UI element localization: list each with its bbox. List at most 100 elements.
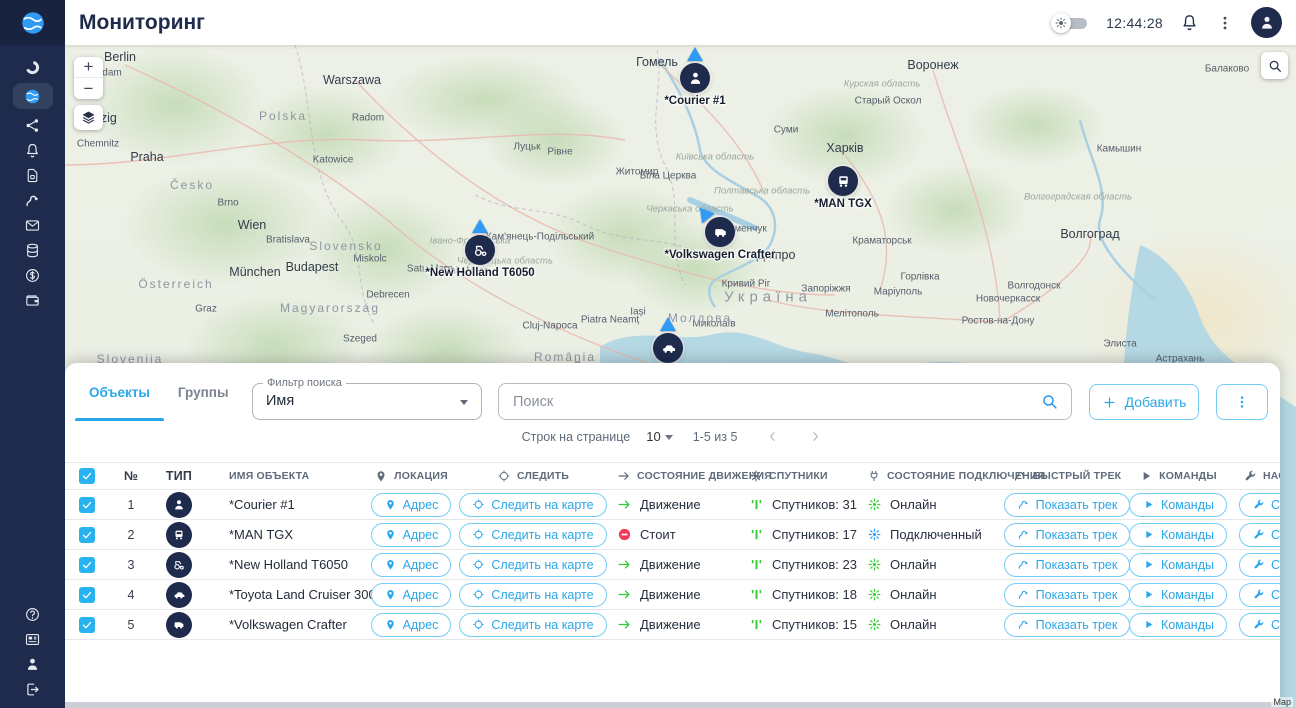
sidebar-item-dashboard[interactable]	[13, 58, 53, 76]
app-logo[interactable]	[0, 0, 65, 45]
route-icon	[1017, 528, 1030, 541]
map-label: Debrecen	[366, 289, 410, 301]
map-search-button[interactable]	[1261, 52, 1288, 79]
address-button[interactable]: Адрес	[370, 612, 452, 637]
show-track-button[interactable]: Показать трек	[1003, 612, 1131, 637]
settings-button[interactable]: Свойства	[1239, 552, 1280, 577]
caret-down-icon	[664, 435, 673, 440]
route-icon	[1017, 618, 1030, 631]
address-button[interactable]: Адрес	[370, 552, 452, 577]
follow-on-map-button[interactable]: Следить на карте	[459, 552, 607, 577]
map-label: Элиста	[1103, 338, 1137, 350]
check-icon	[81, 529, 93, 541]
commands-button[interactable]: Команды	[1129, 612, 1227, 637]
map-layers-button[interactable]	[74, 105, 103, 130]
next-page-button[interactable]	[808, 429, 823, 444]
settings-button[interactable]: Свойства	[1239, 522, 1280, 547]
connection-status: Онлайн	[857, 497, 1007, 512]
follow-on-map-button[interactable]: Следить на карте	[459, 522, 607, 547]
column-commands: КОМАНДЫ	[1127, 469, 1229, 483]
zoom-out-button[interactable]: −	[74, 78, 103, 99]
follow-on-map-button[interactable]: Следить на карте	[459, 582, 607, 607]
satellites-status: Спутников: 18	[739, 587, 857, 602]
check-icon	[81, 559, 93, 571]
sidebar-item-billing[interactable]	[13, 266, 53, 284]
sidebar-item-wallet[interactable]	[13, 291, 53, 309]
crosshair-icon	[472, 558, 485, 571]
notifications-button[interactable]	[1180, 13, 1199, 32]
satellites-status: Спутников: 23	[739, 557, 857, 572]
map-label: Старый Оскол	[854, 95, 922, 107]
commands-button[interactable]: Команды	[1129, 522, 1227, 547]
commands-button[interactable]: Команды	[1129, 582, 1227, 607]
sidebar-item-monitoring[interactable]	[12, 83, 53, 109]
zoom-in-button[interactable]: +	[74, 57, 103, 78]
theme-toggle[interactable]	[1051, 12, 1089, 33]
pie-chart-icon	[24, 59, 41, 76]
tab-objects[interactable]: Объекты	[75, 363, 164, 421]
arrow-right-icon	[617, 587, 632, 602]
search-filter-select[interactable]: Фильтр поиска Имя	[252, 377, 482, 420]
follow-on-map-button[interactable]: Следить на карте	[459, 612, 607, 637]
row-checkbox[interactable]	[79, 616, 95, 633]
sidebar-item-news[interactable]	[13, 630, 53, 648]
row-checkbox[interactable]	[79, 496, 95, 513]
logout-icon	[24, 681, 41, 698]
sidebar-item-logout[interactable]	[13, 680, 53, 698]
row-checkbox[interactable]	[79, 586, 95, 603]
truck-icon	[172, 528, 186, 542]
map-label: Курская область	[843, 78, 921, 90]
search-input[interactable]	[499, 384, 1040, 419]
prev-page-button[interactable]	[765, 429, 780, 444]
sidebar-item-sim-cards[interactable]	[13, 166, 53, 184]
show-track-button[interactable]: Показать трек	[1003, 582, 1131, 607]
crosshair-icon	[497, 469, 511, 483]
pagination: Строк на странице 10 1-5 из 5	[65, 421, 1280, 452]
column-type: ТИП	[165, 469, 193, 483]
sidebar-item-storage[interactable]	[13, 241, 53, 259]
settings-button[interactable]: Свойства	[1239, 582, 1280, 607]
sidebar-item-messages[interactable]	[13, 216, 53, 234]
dollar-icon	[24, 267, 41, 284]
address-button[interactable]: Адрес	[370, 522, 452, 547]
map-label: Воронеж	[907, 58, 959, 72]
show-track-button[interactable]: Показать трек	[1003, 552, 1131, 577]
sun-icon	[1051, 12, 1072, 33]
address-button[interactable]: Адрес	[370, 582, 452, 607]
van-icon	[712, 224, 729, 241]
commands-button[interactable]: Команды	[1129, 552, 1227, 577]
horizontal-scrollbar[interactable]	[65, 702, 1280, 708]
sidebar-item-help[interactable]	[13, 605, 53, 623]
row-checkbox[interactable]	[79, 556, 95, 573]
add-button[interactable]: Добавить	[1089, 384, 1199, 420]
settings-button[interactable]: Свойства	[1239, 492, 1280, 517]
satellite-icon	[867, 527, 882, 542]
sidebar-item-notifications[interactable]	[13, 141, 53, 159]
satellite-signal-icon	[749, 617, 764, 632]
select-all-checkbox[interactable]	[79, 468, 95, 484]
panel-menu-button[interactable]	[1216, 384, 1268, 420]
object-name: *MAN TGX	[229, 527, 294, 542]
show-track-button[interactable]: Показать трек	[1003, 522, 1131, 547]
map-label: Warszawa	[323, 73, 381, 87]
sidebar-item-profile[interactable]	[13, 655, 53, 673]
sidebar-item-tracks[interactable]	[13, 191, 53, 209]
commands-button[interactable]: Команды	[1129, 492, 1227, 517]
sidebar-item-geofences[interactable]	[13, 116, 53, 134]
address-button[interactable]: Адрес	[370, 492, 452, 517]
object-name: *New Holland T6050	[229, 557, 348, 572]
follow-on-map-button[interactable]: Следить на карте	[459, 492, 607, 517]
rows-per-page-select[interactable]: 10	[646, 429, 673, 444]
tab-groups[interactable]: Группы	[164, 363, 243, 421]
map-label: Волгодонск	[1007, 280, 1061, 292]
settings-button[interactable]: Свойства	[1239, 612, 1280, 637]
show-track-button[interactable]: Показать трек	[1003, 492, 1131, 517]
object-type-avatar	[166, 581, 192, 608]
satellite-signal-icon	[749, 527, 764, 542]
avatar[interactable]	[1251, 7, 1282, 38]
map-label: Луцьк	[513, 141, 541, 153]
row-checkbox[interactable]	[79, 526, 95, 543]
app-window: Мониторинг 12:44:28 Berlin Chemnitz Prah…	[0, 0, 1296, 708]
courier-icon	[172, 498, 186, 512]
header-menu-button[interactable]	[1216, 14, 1234, 32]
